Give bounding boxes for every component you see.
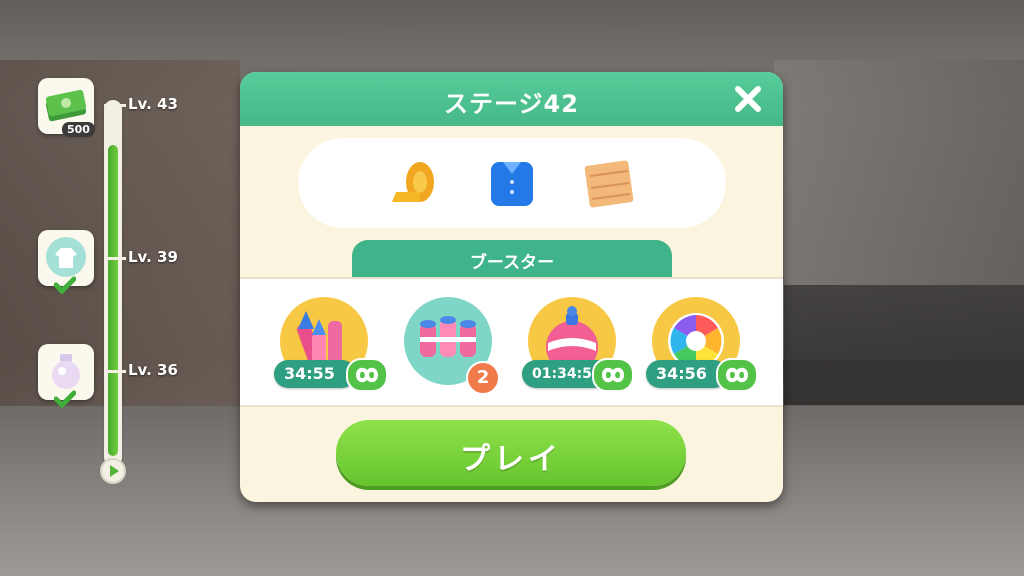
infinity-icon [346,358,388,392]
tick [104,257,126,260]
reward-cash[interactable]: 500 [38,78,95,137]
stage-dialog: ステージ42 ブースター 2 34:55 01:34:55 34:56 プレイ [240,72,783,502]
booster-count-badge: 2 [466,361,500,395]
play-button-label: プレイ [460,442,562,477]
dialog-header: ステージ42 [240,72,783,126]
booster-timer: 34:55 [274,360,356,388]
booster-tab: ブースター [352,240,672,278]
measuring-tape-icon [392,162,434,202]
blue-shirt-icon [491,162,533,206]
level-label: Lv. 39 [128,248,178,266]
booster-tab-label: ブースター [469,253,555,273]
level-label: Lv. 43 [128,95,178,113]
reward-shirt[interactable] [38,230,94,294]
infinity-icon [592,358,634,392]
completed-check-icon [54,390,76,408]
progress-track [104,100,122,466]
play-button[interactable]: プレイ [336,420,686,486]
level-label: Lv. 36 [128,361,178,379]
dialog-title: ステージ42 [444,90,579,118]
tick [104,104,126,107]
reward-amount-badge: 500 [62,122,95,137]
progress-fill [108,145,118,456]
completed-check-icon [54,276,76,294]
stage-goal-items [298,138,726,228]
close-icon[interactable] [731,82,765,116]
reward-perfume[interactable] [38,344,94,408]
progress-current-marker [100,458,126,484]
booster-dynamite[interactable]: 2 [400,293,500,395]
tick [104,370,126,373]
wooden-plank-icon [584,160,634,208]
infinity-icon [716,358,758,392]
